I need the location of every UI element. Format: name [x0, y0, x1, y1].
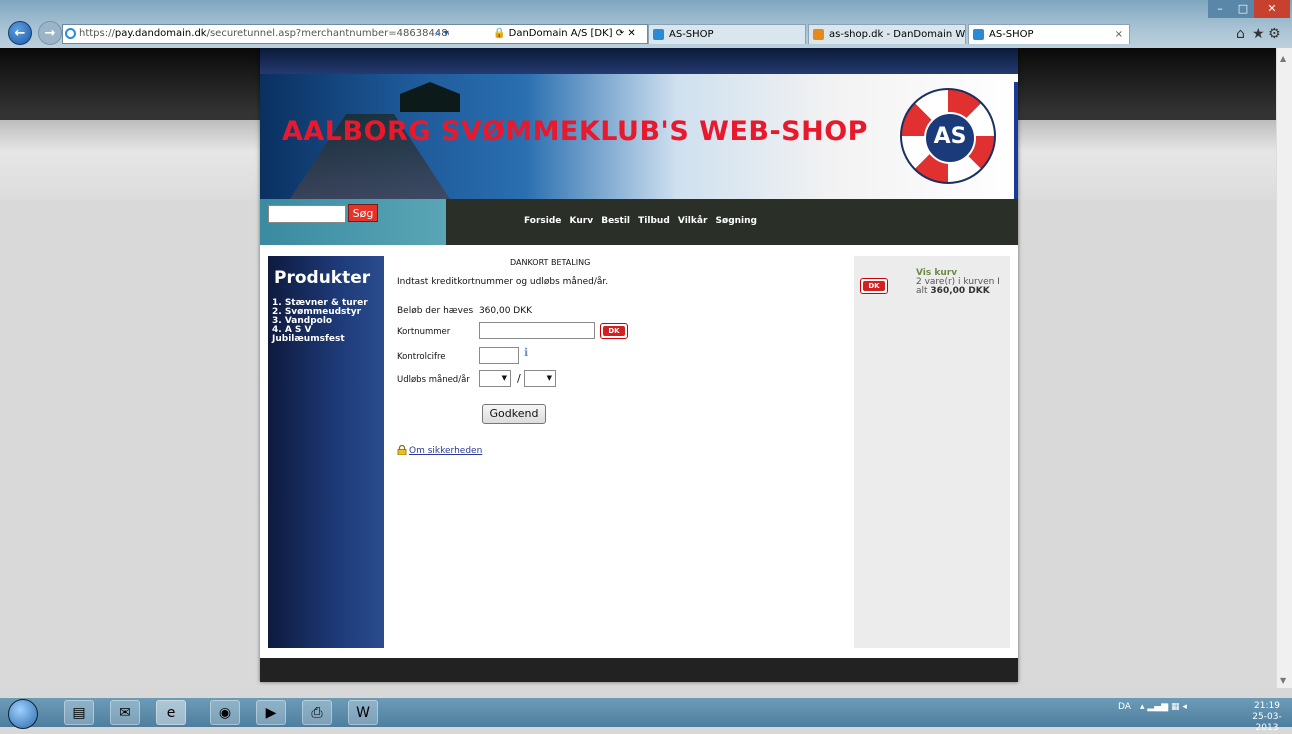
search-button[interactable]: Søg [348, 204, 378, 222]
menu-bestil[interactable]: Bestil [601, 216, 630, 226]
tab-dandomain[interactable]: as-shop.dk - DanDomain Web... [808, 24, 966, 44]
expiry-label: Udløbs måned/år [397, 375, 470, 385]
dandomain-tab-icon [813, 29, 824, 40]
dankort-cart-icon: DK [860, 278, 888, 294]
maximize-button[interactable]: □ [1232, 0, 1254, 18]
cvc-input[interactable] [479, 347, 519, 364]
ie-tab-icon [653, 29, 664, 40]
search-bar: Søg [260, 199, 446, 245]
help-icon[interactable]: ℹ [524, 346, 528, 359]
language-indicator[interactable]: DA [1118, 702, 1131, 712]
ie-page-icon [65, 28, 76, 39]
amount-row: Beløb der hæves 360,00 DKK [397, 306, 532, 316]
dankort-icon: DK [600, 323, 628, 339]
scroll-down-icon[interactable]: ▼ [1280, 676, 1286, 685]
banner-stripe [1014, 82, 1018, 199]
club-logo-text: AS [924, 112, 976, 164]
forward-button[interactable]: → [38, 21, 62, 45]
tab-as-shop-1[interactable]: AS-SHOP [648, 24, 806, 44]
tools-gear-icon[interactable]: ⚙ [1268, 26, 1281, 42]
back-button[interactable]: ← [8, 21, 32, 45]
payment-form: DANKORT BETALING Indtast kreditkortnumme… [396, 256, 854, 476]
close-window-button[interactable]: ✕ [1254, 0, 1290, 18]
site-banner: AALBORG SVØMMEKLUB'S WEB-SHOP AS [260, 74, 1018, 199]
hp-icon[interactable]: ⎙ [302, 700, 332, 725]
explorer-icon[interactable]: ▤ [64, 700, 94, 725]
outlook-icon[interactable]: ✉ [110, 700, 140, 725]
cart-total: 360,00 DKK [930, 286, 990, 296]
tab-close-icon[interactable]: × [1115, 25, 1123, 44]
expiry-separator: / [517, 372, 521, 385]
site-container: AALBORG SVØMMEKLUB'S WEB-SHOP AS Søg For… [260, 48, 1018, 682]
minimize-button[interactable]: – [1208, 0, 1232, 18]
expiry-month-select[interactable]: ▼ [479, 370, 511, 387]
internet-explorer-icon[interactable]: e [156, 700, 186, 725]
browser-chrome: ← → https://pay.dandomain.dk/securetunne… [0, 0, 1292, 48]
site-top-bar [260, 48, 1018, 74]
approve-button[interactable]: Godkend [482, 404, 546, 424]
menu-kurv[interactable]: Kurv [570, 216, 594, 226]
taskbar-clock[interactable]: 21:19 25-03-2013 [1242, 701, 1292, 734]
vertical-scrollbar[interactable]: ▲ ▼ [1276, 48, 1292, 688]
page-viewport: AALBORG SVØMMEKLUB'S WEB-SHOP AS Søg For… [0, 48, 1276, 688]
club-logo: AS [900, 88, 996, 184]
address-bar[interactable]: https://pay.dandomain.dk/securetunnel.as… [62, 24, 648, 44]
payment-title: DANKORT BETALING [510, 258, 591, 267]
lock-icon [397, 445, 407, 455]
menu-tilbud[interactable]: Tilbud [638, 216, 670, 226]
amount-value: 360,00 DKK [478, 306, 533, 316]
amount-label: Beløb der hæves [397, 306, 474, 316]
word-icon[interactable]: W [348, 700, 378, 725]
tray-icons[interactable]: ▴ ▂▄▆ ▦ ◂ [1140, 702, 1187, 712]
products-title: Produkter [274, 268, 371, 288]
taskbar: ▤ ✉ e ◉ ▶ ⎙ W DA ▴ ▂▄▆ ▦ ◂ 21:19 25-03-2… [0, 698, 1292, 733]
media-player-icon[interactable]: ▶ [256, 700, 286, 725]
site-footer-bar [260, 658, 1018, 682]
ie-tab-icon [973, 29, 984, 40]
start-button[interactable] [8, 699, 38, 729]
clock-date: 25-03-2013 [1252, 712, 1282, 733]
menu-links: Forside Kurv Bestil Tilbud Vilkår Søgnin… [524, 216, 762, 226]
home-icon[interactable]: ⌂ [1236, 26, 1245, 42]
expiry-year-select[interactable]: ▼ [524, 370, 556, 387]
products-sidebar: Produkter 1. Stævner & turer 2. Svømmeud… [268, 256, 384, 648]
cvc-label: Kontrolcifre [397, 352, 446, 362]
chrome-icon[interactable]: ◉ [210, 700, 240, 725]
clock-time: 21:19 [1254, 701, 1280, 711]
product-item-asv[interactable]: 4. A S V Jubilæumsfest [272, 326, 384, 344]
url-text: https://pay.dandomain.dk/securetunnel.as… [79, 28, 449, 39]
menu-forside[interactable]: Forside [524, 216, 561, 226]
search-input[interactable] [268, 205, 346, 223]
top-menu: Forside Kurv Bestil Tilbud Vilkår Søgnin… [446, 199, 1018, 245]
products-list: 1. Stævner & turer 2. Svømmeudstyr 3. Va… [272, 299, 384, 344]
payment-instructions: Indtast kreditkortnummer og udløbs måned… [397, 277, 609, 287]
favorites-icon[interactable]: ★ [1252, 26, 1265, 42]
menu-vilkaar[interactable]: Vilkår [678, 216, 707, 226]
card-number-input[interactable] [479, 322, 595, 339]
card-number-label: Kortnummer [397, 327, 451, 337]
cart-sidebar: DK Vis kurv 2 vare(r) i kurven I alt 360… [854, 256, 1010, 648]
scroll-up-icon[interactable]: ▲ [1280, 54, 1286, 63]
cart-summary: 2 vare(r) i kurven I alt 360,00 DKK [916, 278, 1006, 296]
certificate-label[interactable]: 🔒 DanDomain A/S [DK] ⟳ ✕ [493, 25, 636, 43]
search-dropdown-icon[interactable]: ⌕ ▾ [435, 25, 449, 43]
menu-soegning[interactable]: Søgning [716, 216, 757, 226]
security-link[interactable]: Om sikkerheden [409, 446, 482, 456]
tab-as-shop-active[interactable]: AS-SHOP × [968, 24, 1130, 44]
site-title: AALBORG SVØMMEKLUB'S WEB-SHOP [282, 116, 868, 147]
pier-hut-image [400, 82, 460, 112]
